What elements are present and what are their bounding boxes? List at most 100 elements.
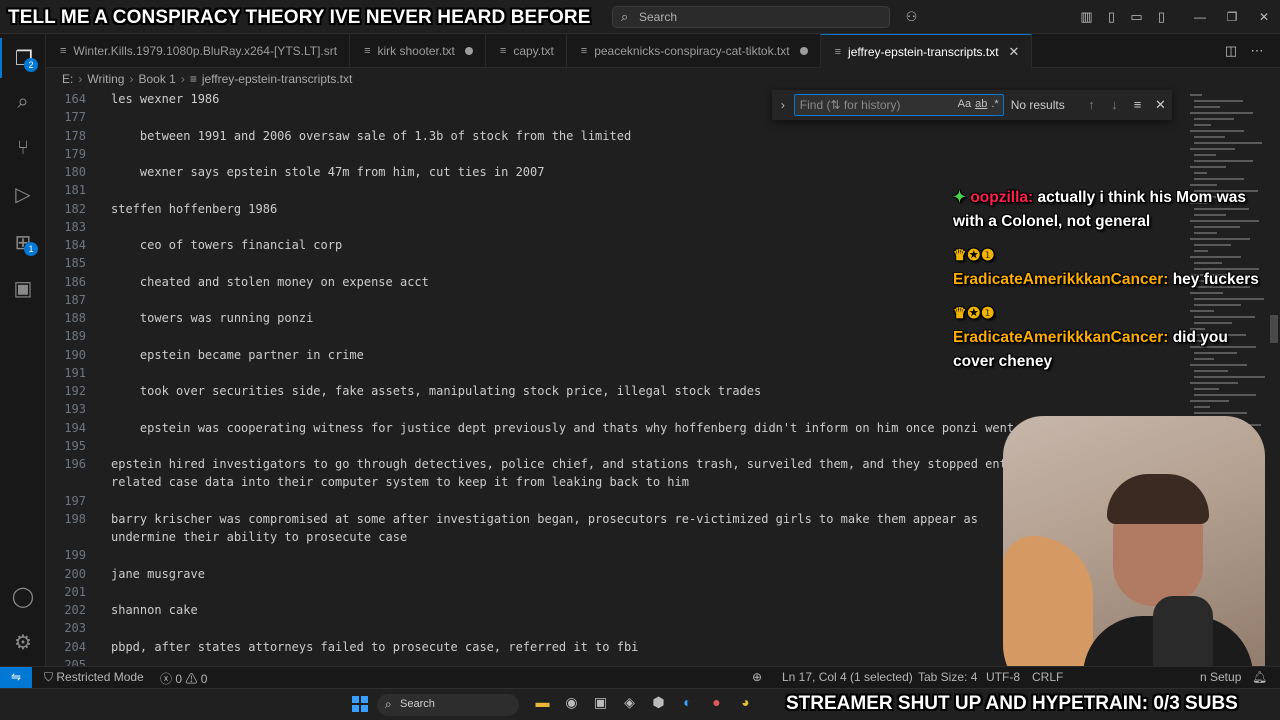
whole-word-toggle[interactable]: ab [975,98,987,110]
close-find-icon[interactable]: ✕ [1149,97,1172,113]
code-line[interactable]: undermine their ability to prosecute cas… [111,530,407,544]
remote-explorer-icon[interactable]: ▣ [0,268,46,308]
restore-button[interactable]: ❐ [1216,10,1248,24]
find-in-selection-icon[interactable]: ≡ [1126,97,1149,113]
unsaved-dot-icon[interactable] [464,47,473,55]
code-line[interactable]: related case data into their computer sy… [111,475,689,489]
find-input[interactable]: Find (⇅ for history) Aa ab .* [793,94,1004,116]
command-center-search[interactable]: ⌕ Search [612,6,890,28]
app-icon[interactable]: ⬢ [644,694,673,711]
cursor-position[interactable]: Ln 17, Col 4 (1 selected) [782,670,913,684]
match-case-toggle[interactable]: Aa [958,98,971,110]
minimap-line [1190,400,1229,402]
extensions-icon[interactable]: ⊞ 1 [0,222,46,262]
file-lines-icon: ≡ [834,45,842,58]
line-number: 178 [64,128,86,143]
code-line[interactable]: between 1991 and 2006 oversaw sale of 1.… [111,129,631,143]
search-view-icon[interactable]: ⌕ [0,82,46,122]
next-match-icon[interactable]: ↓ [1103,97,1126,113]
problems-item[interactable]: ⓧ 0 ⚠ 0 [160,670,207,687]
chrome-icon[interactable]: ◕ [731,694,760,711]
toggle-replace-chevron-icon[interactable]: › [772,98,794,112]
chat-text: hey fuckers [1172,271,1259,288]
line-number: 193 [64,402,86,417]
breadcrumb-drive[interactable]: E: [62,72,73,86]
minimap-line [1194,136,1225,138]
edge-icon[interactable]: ◐ [673,694,702,711]
split-editor-icon[interactable]: ◫ [1218,43,1244,59]
code-line[interactable]: ceo of towers financial corp [111,238,342,252]
tab-winter-kills-srt[interactable]: ≡ Winter.Kills.1979.1080p.BluRay.x264-[Y… [46,34,351,68]
code-line[interactable]: cheated and stolen money on expense acct [111,275,429,289]
tab-label: Winter.Kills.1979.1080p.BluRay.x264-[YTS… [73,44,338,58]
copilot-icon[interactable]: ⚇ [899,9,924,25]
taskbar-apps: ▬ ◉ ▣ ◈ ⬢ ◐ ● ◕ [528,694,760,711]
chat-username: EradicateAmerikkkanCancer [953,329,1164,346]
code-line[interactable]: wexner says epstein stole 47m from him, … [111,165,545,179]
setup-item[interactable]: n Setup [1200,670,1241,684]
tab-size-item[interactable]: Tab Size: 4 [918,670,977,684]
code-line[interactable]: shannon cake [111,603,198,617]
line-number: 182 [64,201,86,216]
terminal-icon[interactable]: ▣ [586,694,615,711]
previous-match-icon[interactable]: ↑ [1080,97,1103,113]
tab-jeffrey-epstein-transcripts[interactable]: ≡ jeffrey-epstein-transcripts.txt ✕ [820,34,1033,68]
minimap-line [1190,130,1244,132]
line-number: 197 [64,493,86,508]
settings-gear-icon[interactable]: ⚙ [0,622,46,662]
minimap-line [1190,166,1226,168]
unsaved-dot-icon[interactable] [799,47,808,55]
code-line[interactable]: took over securities side, fake assets, … [111,384,761,398]
code-line[interactable]: barry krischer was compromised at some a… [111,512,978,526]
account-icon[interactable]: ◯ [0,576,46,616]
status-bar: ⇋ ⛉ Restricted Mode ⓧ 0 ⚠ 0 ⊕ Ln 17, Col… [0,666,1280,689]
breadcrumb-file[interactable]: jeffrey-epstein-transcripts.txt [202,72,353,86]
explorer-icon[interactable]: ❐ 2 [0,38,46,78]
regex-toggle[interactable]: .* [991,98,998,110]
code-line[interactable]: les wexner 1986 [111,92,219,106]
code-line[interactable]: jane musgrave [111,567,205,581]
chat-username: oopzilla [970,189,1029,206]
taskbar-search[interactable]: ⌕ Search [377,694,519,716]
line-number: 201 [64,584,86,599]
stream-bottom-caption: STREAMER SHUT UP AND HYPETRAIN: 0/3 SUBS [786,693,1238,714]
chevron-right-icon: › [129,72,134,86]
eol-item[interactable]: CRLF [1032,670,1063,684]
obs-icon[interactable]: ◉ [557,694,586,711]
toggle-panel-icon[interactable]: ▭ [1124,9,1149,25]
minimize-button[interactable]: — [1184,10,1216,24]
code-line[interactable]: epstein hired investigators to go throug… [111,457,1043,471]
minimap-line [1190,94,1202,96]
zoom-icon[interactable]: ⊕ [752,670,762,684]
code-line[interactable]: epstein became partner in crime [111,348,364,362]
encoding-item[interactable]: UTF-8 [986,670,1020,684]
toggle-secondary-sidebar-icon[interactable]: ▯ [1149,9,1174,25]
browser-icon[interactable]: ● [702,694,731,711]
file-explorer-icon[interactable]: ▬ [528,694,557,711]
breadcrumb-folder-book[interactable]: Book 1 [138,72,175,86]
run-debug-icon[interactable]: ▷ [0,174,46,214]
source-control-icon[interactable]: ⑂ [0,128,46,168]
tab-capy[interactable]: ≡ capy.txt [486,34,567,68]
code-line[interactable]: steffen hoffenberg 1986 [111,202,277,216]
title-bar-actions: ⚇ ▥ ▯ ▭ ▯ — ❐ ✕ [899,0,1280,34]
breadcrumb-folder-writing[interactable]: Writing [87,72,124,86]
more-actions-icon[interactable]: ⋯ [1244,43,1270,59]
line-number: 203 [64,621,86,636]
code-line[interactable]: epstein was cooperating witness for just… [111,421,1050,435]
code-line[interactable]: towers was running ponzi [111,311,313,325]
close-tab-icon[interactable]: ✕ [1009,44,1020,60]
notifications-bell-icon[interactable]: 🔔︎ [1252,670,1267,684]
layout-icon[interactable]: ▥ [1074,9,1099,25]
media-icon[interactable]: ◈ [615,694,644,711]
toggle-sidebar-icon[interactable]: ▯ [1099,9,1124,25]
restricted-mode-item[interactable]: ⛉ Restricted Mode [44,670,144,685]
windows-start-icon[interactable] [352,696,368,712]
remote-indicator-icon[interactable]: ⇋ [0,667,32,689]
tab-peaceknicks[interactable]: ≡ peaceknicks-conspiracy-cat-tiktok.txt [567,34,821,68]
editor-tabs: ≡ Winter.Kills.1979.1080p.BluRay.x264-[Y… [46,34,1280,68]
code-line[interactable]: pbpd, after states attorneys failed to p… [111,640,638,654]
tab-kirk-shooter[interactable]: ≡ kirk shooter.txt [350,34,486,68]
close-window-button[interactable]: ✕ [1248,10,1280,24]
file-lines-icon: ≡ [189,72,197,86]
